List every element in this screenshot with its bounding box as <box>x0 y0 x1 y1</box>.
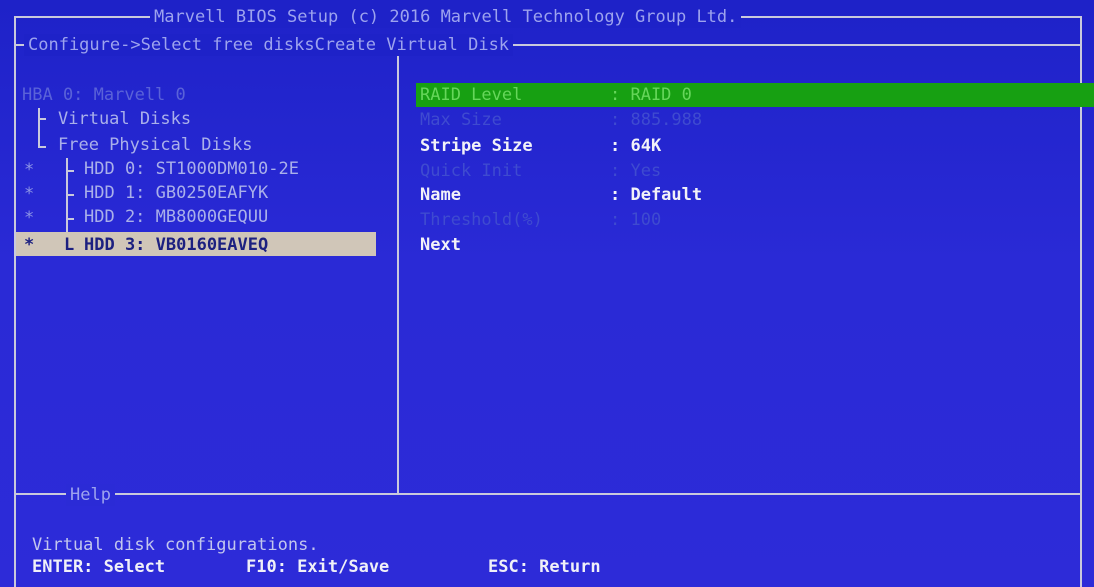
config-row-next[interactable]: Next <box>416 233 477 257</box>
tree-connector-vd <box>38 118 46 120</box>
tree-disk-hdd1[interactable]: HDD 1: GB0250EAFYK <box>84 182 268 204</box>
key-enter-select[interactable]: ENTER: Select <box>32 556 165 578</box>
help-title: Help <box>66 484 115 506</box>
breadcrumb: Configure->Select free disksCreate Virtu… <box>24 34 514 56</box>
disk-marker-2: * <box>24 208 35 228</box>
config-row-raid-level[interactable]: RAID Level : RAID 0 <box>416 83 1094 107</box>
tree-disk-hdd0[interactable]: HDD 0: ST1000DM010-2E <box>84 158 299 180</box>
disk-marker-1: * <box>24 184 35 204</box>
key-esc-return[interactable]: ESC: Return <box>488 556 601 578</box>
tree-disk-hdd2[interactable]: HDD 2: MB8000GEQUU <box>84 206 268 228</box>
tree-connector-root <box>38 108 40 148</box>
threshold-value: : 100 <box>610 210 662 230</box>
bios-screen: Marvell BIOS Setup (c) 2016 Marvell Tech… <box>0 0 1094 587</box>
frame-divider-line <box>397 45 399 493</box>
raid-level-value: : RAID 0 <box>610 85 692 105</box>
quick-init-label: Quick Init <box>420 161 523 181</box>
tree-connector-hdd2 <box>66 218 74 220</box>
bios-title: Marvell BIOS Setup (c) 2016 Marvell Tech… <box>150 6 742 28</box>
help-description: Virtual disk configurations. <box>32 535 319 555</box>
name-label: Name <box>420 185 461 205</box>
frame-left-line <box>14 16 16 587</box>
config-row-threshold: Threshold(%) : 100 <box>416 208 661 232</box>
frame-help-line <box>14 493 1082 495</box>
threshold-label: Threshold(%) <box>420 210 543 230</box>
disk-marker-3: * <box>24 235 35 255</box>
tree-connector-fpd <box>38 146 46 148</box>
max-size-value: : 885.988 <box>610 110 703 130</box>
tree-connector-hdd3: L <box>64 235 75 255</box>
tree-disk-hdd3-selected-row[interactable]: * L HDD 3: VB0160EAVEQ <box>16 232 376 256</box>
config-row-quick-init: Quick Init : Yes <box>416 159 661 183</box>
quick-init-value: : Yes <box>610 161 662 181</box>
stripe-size-label: Stripe Size <box>420 136 533 156</box>
disk-marker-0: * <box>24 160 35 180</box>
name-value: : Default <box>610 185 703 205</box>
config-row-stripe-size[interactable]: Stripe Size : 64K <box>416 134 661 158</box>
tree-virtual-disks[interactable]: Virtual Disks <box>58 108 191 130</box>
next-button: Next <box>420 235 461 255</box>
config-row-max-size: Max Size : 885.988 <box>416 108 702 132</box>
stripe-size-value: : 64K <box>610 136 662 156</box>
tree-connector-hdd1 <box>66 194 74 196</box>
config-row-name[interactable]: Name : Default <box>416 183 702 207</box>
tree-disk-hdd3: HDD 3: VB0160EAVEQ <box>84 235 269 255</box>
key-f10-exit-save[interactable]: F10: Exit/Save <box>246 556 389 578</box>
tree-connector-hdd0 <box>66 170 74 172</box>
tree-free-physical-disks[interactable]: Free Physical Disks <box>58 134 252 156</box>
max-size-label: Max Size <box>420 110 502 130</box>
tree-root-adapter[interactable]: HBA 0: Marvell 0 <box>22 84 186 106</box>
raid-level-label: RAID Level <box>420 85 523 105</box>
